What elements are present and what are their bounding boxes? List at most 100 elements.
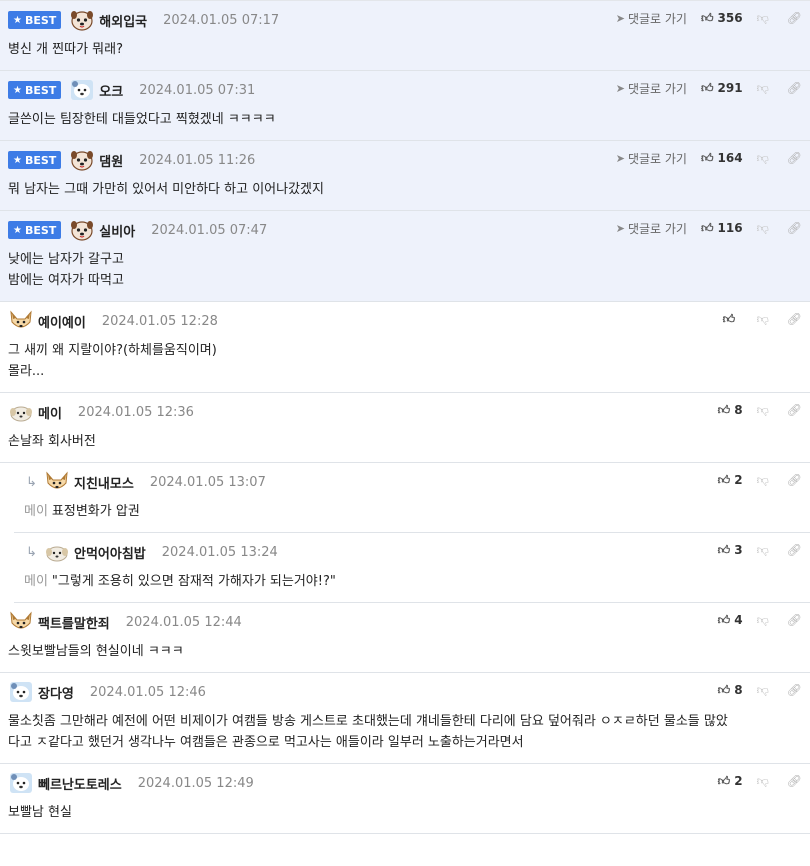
thumbs-down-icon[interactable]: 👎︎ — [757, 151, 769, 166]
comment-line: 메이 표정변화가 압권 — [24, 501, 802, 522]
reply-comment: ↳ 지친내모스 2024.01.05 13:07 👍︎ 2 👎︎ 🔗︎ 메이 표정변화가 압권 — [14, 463, 810, 533]
thumbs-down-icon[interactable]: 👎︎ — [757, 683, 769, 698]
fox-icon[interactable] — [8, 310, 34, 332]
comment-actions: 👍︎ 2 👎︎ 🔗︎ — [718, 772, 802, 790]
comment-text: 뭐 남자는 그때 가만히 있어서 미안하다 하고 이어나갔겠지 — [8, 182, 324, 197]
thumbs-down-icon[interactable]: 👎︎ — [757, 543, 769, 558]
like-button[interactable]: 👍︎ 3 — [718, 543, 743, 558]
link-icon[interactable]: 🔗︎ — [787, 543, 802, 557]
thumbs-down-icon[interactable]: 👎︎ — [757, 11, 769, 26]
link-icon[interactable]: 🔗︎ — [787, 683, 802, 697]
best-comment: ★ BEST 오크 2024.01.05 07:31 ➤ 댓글로 가기 👍︎ 291 👎︎ 🔗︎ 글… — [0, 71, 810, 141]
best-badge: ★ BEST — [8, 221, 62, 239]
link-icon[interactable]: 🔗︎ — [787, 81, 802, 95]
like-button[interactable]: 👍︎ 4 — [718, 613, 743, 628]
comment-line: 낮에는 남자가 갈구고 — [8, 249, 802, 270]
author-name[interactable]: 장다영 — [38, 683, 74, 702]
like-button[interactable]: 👍︎ 8 — [718, 403, 743, 418]
comment-text: 손날좌 회사버전 — [8, 434, 96, 449]
link-icon[interactable]: 🔗︎ — [787, 11, 802, 25]
reply-arrow-icon: ↳ — [26, 544, 37, 560]
like-button[interactable]: 👍︎ 356 — [701, 11, 743, 26]
goto-reply-link[interactable]: ➤ 댓글로 가기 — [616, 220, 687, 237]
like-count: 164 — [717, 151, 743, 165]
author-name[interactable]: 오크 — [99, 81, 123, 100]
comment-header: ↳ 안먹어아침밥 2024.01.05 13:24 — [24, 541, 802, 563]
goto-reply-link[interactable]: ➤ 댓글로 가기 — [616, 10, 687, 27]
dog-blue-icon[interactable] — [8, 681, 34, 703]
goto-reply-link[interactable]: ➤ 댓글로 가기 — [616, 150, 687, 167]
comment-text: 표정변화가 압권 — [51, 504, 140, 519]
comment-header: 뻬르난도토레스 2024.01.05 12:49 — [8, 772, 802, 794]
comment-body: 메이 표정변화가 압권 — [24, 501, 802, 522]
link-icon[interactable]: 🔗︎ — [787, 312, 802, 326]
author-name[interactable]: 팩트를말한죄 — [38, 613, 110, 632]
puppy-icon[interactable] — [44, 541, 70, 563]
star-icon: ★ — [13, 224, 22, 236]
goto-reply-link[interactable]: ➤ 댓글로 가기 — [616, 80, 687, 97]
comment-actions: ➤ 댓글로 가기 👍︎ 164 👎︎ 🔗︎ — [616, 149, 802, 167]
like-button[interactable]: 👍︎ — [723, 312, 743, 327]
thumbs-down-icon[interactable]: 👎︎ — [757, 312, 769, 327]
comment-actions: 👍︎ 4 👎︎ 🔗︎ — [718, 611, 802, 629]
author-name[interactable]: 지친내모스 — [74, 473, 134, 492]
link-icon[interactable]: 🔗︎ — [787, 613, 802, 627]
like-button[interactable]: 👍︎ 2 — [718, 473, 743, 488]
thumbs-up-icon: 👍︎ — [717, 542, 731, 557]
comment-text: 몰라... — [8, 364, 45, 379]
author-name[interactable]: 실비아 — [99, 221, 135, 240]
comment-actions: 👍︎ 2 👎︎ 🔗︎ — [718, 471, 802, 489]
comment-line: 병신 개 찐따가 뭐래? — [8, 39, 802, 60]
dog-face-icon[interactable] — [69, 9, 95, 31]
like-button[interactable]: 👍︎ 8 — [718, 683, 743, 698]
comment-date: 2024.01.05 07:47 — [151, 222, 268, 238]
author-name[interactable]: 예이예이 — [38, 312, 86, 331]
thumbs-down-icon[interactable]: 👎︎ — [757, 221, 769, 236]
thumbs-down-icon[interactable]: 👎︎ — [757, 403, 769, 418]
dog-face-icon[interactable] — [69, 149, 95, 171]
dog-blue-icon[interactable] — [8, 772, 34, 794]
comment-date: 2024.01.05 12:49 — [137, 775, 254, 791]
puppy-icon[interactable] — [8, 401, 34, 423]
send-arrow-icon: ➤ — [615, 11, 625, 25]
like-button[interactable]: 👍︎ 116 — [701, 221, 743, 236]
thumbs-down-icon[interactable]: 👎︎ — [757, 81, 769, 96]
comment-line: 손날좌 회사버전 — [8, 431, 802, 452]
author-name[interactable]: 뻬르난도토레스 — [38, 774, 122, 793]
comment: 예이예이 2024.01.05 12:28 👍︎ 👎︎ 🔗︎ 그 새끼 왜 지랄이야?(하… — [0, 302, 810, 393]
thumbs-down-icon[interactable]: 👎︎ — [757, 774, 769, 789]
comment-date: 2024.01.05 07:31 — [139, 82, 256, 98]
like-count: 4 — [734, 613, 743, 627]
comment-date: 2024.01.05 12:28 — [101, 313, 218, 329]
dog-blue-icon[interactable] — [69, 79, 95, 101]
author-name[interactable]: 해외입국 — [99, 11, 147, 30]
link-icon[interactable]: 🔗︎ — [787, 221, 802, 235]
comment-line: 글쓴이는 팀장한테 대들었다고 찍혔겠네 ㅋㅋㅋㅋ — [8, 109, 802, 130]
mention-tag[interactable]: 메이 — [24, 504, 48, 519]
fox-icon[interactable] — [44, 471, 70, 493]
thumbs-down-icon[interactable]: 👎︎ — [757, 473, 769, 488]
author-name[interactable]: 메이 — [38, 403, 62, 422]
fox-icon[interactable] — [8, 611, 34, 633]
thumbs-up-icon: 👍︎ — [722, 311, 736, 326]
send-arrow-icon: ➤ — [615, 151, 625, 165]
like-count: 356 — [717, 11, 743, 25]
comment-actions: 👍︎ 👎︎ 🔗︎ — [723, 310, 802, 328]
mention-tag[interactable]: 메이 — [24, 574, 48, 589]
like-button[interactable]: 👍︎ 164 — [701, 151, 743, 166]
like-button[interactable]: 👍︎ 291 — [701, 81, 743, 96]
author-name[interactable]: 안먹어아침밥 — [74, 543, 146, 562]
send-arrow-icon: ➤ — [615, 81, 625, 95]
thumbs-down-icon[interactable]: 👎︎ — [757, 613, 769, 628]
like-button[interactable]: 👍︎ 2 — [718, 774, 743, 789]
link-icon[interactable]: 🔗︎ — [787, 151, 802, 165]
link-icon[interactable]: 🔗︎ — [787, 403, 802, 417]
link-icon[interactable]: 🔗︎ — [787, 774, 802, 788]
link-icon[interactable]: 🔗︎ — [787, 473, 802, 487]
comment-line: 밤에는 여자가 따먹고 — [8, 270, 802, 291]
best-badge: ★ BEST — [8, 151, 62, 169]
comment-actions: 👍︎ 3 👎︎ 🔗︎ — [718, 541, 802, 559]
author-name[interactable]: 댐원 — [99, 151, 123, 170]
dog-face-icon[interactable] — [69, 219, 95, 241]
comment-body: 그 새끼 왜 지랄이야?(하체를움직이며) 몰라... — [8, 340, 802, 382]
